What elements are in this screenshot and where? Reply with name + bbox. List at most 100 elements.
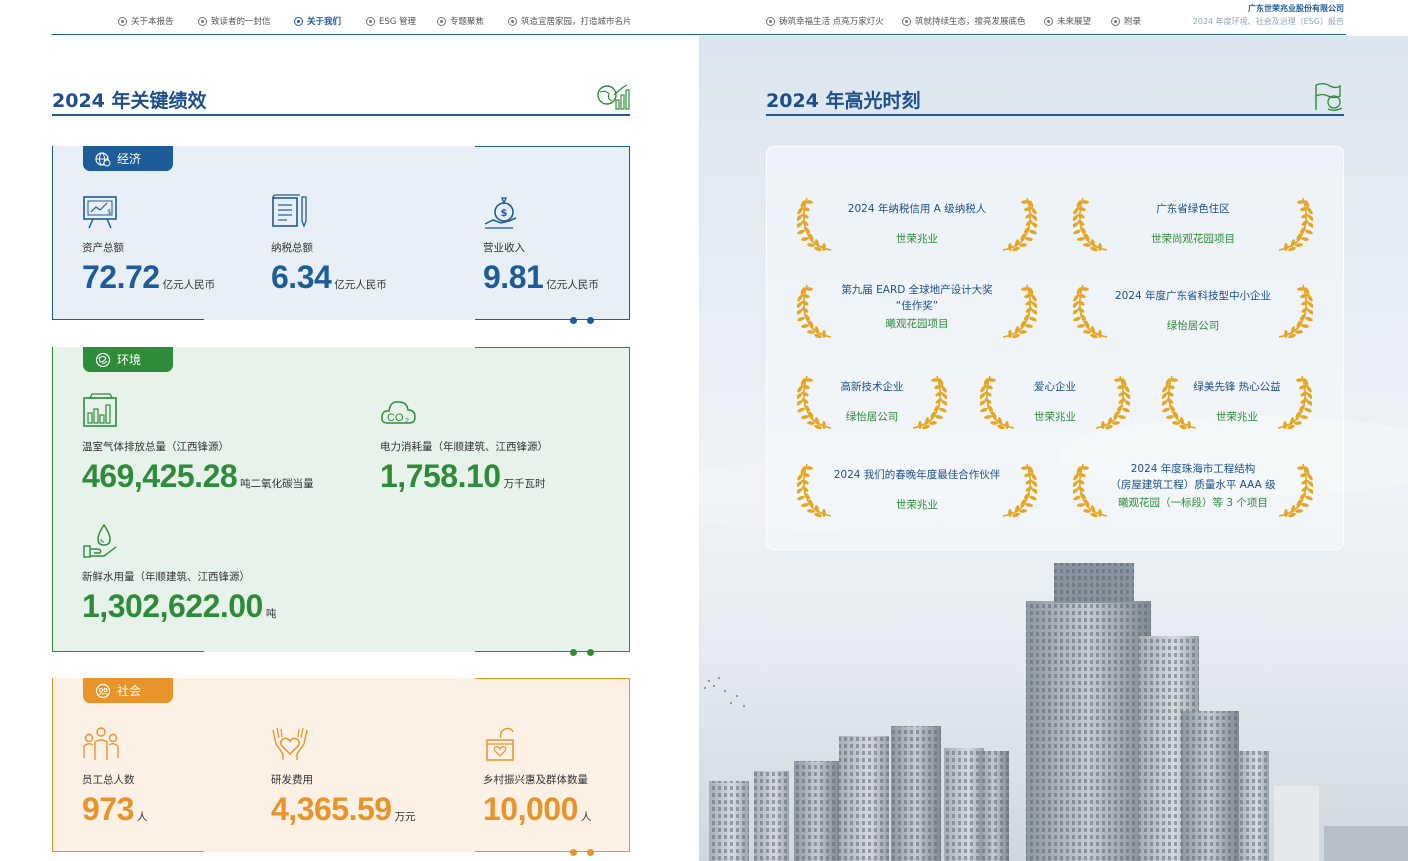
society-panel: 社会 员工总人数 973 人 研发费用 4,365.59 万元 乡村振兴惠及群体数量… bbox=[52, 678, 630, 856]
nav-item-appendix[interactable]: 附录 bbox=[1111, 15, 1141, 27]
electricity-value: 1,758.10 bbox=[380, 458, 501, 494]
award-organization: 曦观花园（一标段）等 3 个项目 bbox=[1118, 497, 1268, 509]
bar-chart-board-icon bbox=[83, 393, 117, 427]
svg-text:$: $ bbox=[107, 208, 111, 216]
svg-text:2: 2 bbox=[405, 418, 409, 425]
employees-value: 973 bbox=[82, 791, 134, 827]
society-dots-decoration bbox=[570, 849, 594, 856]
award-title: 高新技术企业 bbox=[840, 381, 904, 393]
nav-hook-decoration bbox=[36, 19, 68, 35]
highlights-title: 2024 年高光时刻 bbox=[766, 90, 921, 112]
top-navigation: 关于本报告 致读者的一封信 关于我们 ESG 管理 专题聚焦 筑造宜居家园，打造… bbox=[0, 0, 1408, 36]
economy-tag: 经济 bbox=[83, 146, 173, 171]
document-pen-icon bbox=[272, 194, 307, 228]
environment-dots-decoration bbox=[570, 649, 594, 656]
money-bag-hand-icon: $ bbox=[484, 197, 517, 229]
metric-rural-beneficiaries: 乡村振兴惠及群体数量 10,000 人 bbox=[483, 726, 591, 828]
award-item: 2024 年度珠海市工程结构 （房屋建筑工程）质量水平 AAA 级曦观花园（一标… bbox=[1073, 462, 1313, 522]
award-item: 绿美先锋 热心公益 世荣兆业 bbox=[1162, 374, 1312, 434]
environment-panel: 环境 温室气体排放总量（江西锋源） 469,425.28 吨二氧化碳当量 CO 2 … bbox=[52, 347, 630, 656]
growth-chart-icon bbox=[597, 84, 630, 110]
water-drop-hand-icon bbox=[83, 523, 117, 558]
metric-fresh-water: 新鲜水用量（年顺建筑、江西锋源） 1,302,622.00 吨 bbox=[82, 523, 276, 625]
radio-dot-icon bbox=[1111, 16, 1120, 26]
nav-item-letter[interactable]: 致读者的一封信 bbox=[198, 15, 271, 27]
environment-tag: 环境 bbox=[83, 347, 173, 372]
award-title: 2024 年度广东省科技型中小企业 bbox=[1114, 290, 1272, 302]
radio-dot-icon bbox=[508, 16, 517, 26]
radio-dot-icon bbox=[366, 16, 375, 26]
radio-dot-icon bbox=[437, 16, 446, 26]
radio-dot-icon bbox=[1044, 16, 1053, 26]
award-title: 2024 年度珠海市工程结构 （房屋建筑工程）质量水平 AAA 级 bbox=[1110, 463, 1276, 491]
company-name: 广东世荣兆业股份有限公司 bbox=[1248, 4, 1344, 13]
fresh-water-value: 1,302,622.00 bbox=[82, 588, 263, 624]
award-item: 广东省绿色住区 世荣尚观花园项目 bbox=[1073, 196, 1313, 256]
nav-item-sustainable-ecology[interactable]: 筑就持续生态，擦亮发展底色 bbox=[902, 15, 1026, 27]
svg-text:CO: CO bbox=[387, 412, 404, 424]
leaf-globe-icon bbox=[95, 352, 111, 367]
award-title: 绿美先锋 热心公益 bbox=[1193, 381, 1281, 393]
nav-item-about-us[interactable]: 关于我们 bbox=[294, 15, 341, 27]
radio-dot-icon bbox=[118, 16, 127, 26]
award-item: 高新技术企业 绿怡居公司 bbox=[797, 374, 947, 434]
economy-panel: 经济 $ 资产总额 72.72 亿元人民币 纳税总额 6.34 亿元人民币 $ 营业… bbox=[52, 146, 630, 324]
award-item: 第九届 EARD 全球地产设计大奖 “佳作奖” 曦观花园项目 bbox=[797, 283, 1037, 343]
people-group-icon bbox=[83, 727, 119, 760]
economy-dots-decoration bbox=[570, 317, 594, 324]
radio-dot-icon bbox=[766, 16, 775, 26]
svg-text:$: $ bbox=[501, 208, 508, 219]
nav-divider-line bbox=[64, 34, 1346, 35]
award-item: 2024 年度广东省科技型中小企业 绿怡居公司 bbox=[1073, 283, 1313, 343]
metric-revenue: $ 营业收入 9.81 亿元人民币 bbox=[483, 194, 599, 296]
co2-cloud-icon: CO 2 bbox=[381, 401, 416, 425]
rural-beneficiaries-value: 10,000 bbox=[483, 791, 578, 827]
award-organization: 世荣尚观花园项目 bbox=[1151, 233, 1235, 245]
award-organization: 世荣兆业 bbox=[896, 233, 938, 245]
people-globe-icon bbox=[95, 683, 111, 698]
society-tag: 社会 bbox=[83, 678, 173, 703]
award-organization: 世荣兆业 bbox=[896, 499, 938, 511]
nav-item-about-report[interactable]: 关于本报告 bbox=[118, 15, 174, 27]
heart-hands-icon bbox=[272, 727, 308, 760]
award-item: 爱心企业 世荣兆业 bbox=[980, 374, 1130, 434]
nav-item-happy-life[interactable]: 铸筑幸福生活 点亮万家灯火 bbox=[766, 15, 884, 27]
radio-dot-icon bbox=[902, 16, 911, 26]
metric-total-assets: $ 资产总额 72.72 亿元人民币 bbox=[82, 194, 215, 296]
radio-dot-icon bbox=[294, 16, 303, 26]
easel-chart-icon: $ bbox=[83, 196, 117, 229]
award-organization: 曦观花园项目 bbox=[885, 318, 949, 330]
revenue-value: 9.81 bbox=[483, 259, 544, 295]
award-item: 2024 年纳税信用 A 级纳税人 世荣兆业 bbox=[797, 196, 1037, 256]
metric-ghg-emissions: 温室气体排放总量（江西锋源） 469,425.28 吨二氧化碳当量 bbox=[82, 393, 314, 495]
total-tax-value: 6.34 bbox=[271, 259, 332, 295]
highlights-underline bbox=[766, 114, 1344, 116]
nav-item-outlook[interactable]: 未来展望 bbox=[1044, 15, 1091, 27]
key-performance-underline bbox=[52, 114, 630, 116]
trophy-flag-icon bbox=[1315, 83, 1343, 111]
award-title: 2024 年纳税信用 A 级纳税人 bbox=[847, 203, 987, 215]
award-organization: 世荣兆业 bbox=[1216, 411, 1258, 423]
nav-item-esg-management[interactable]: ESG 管理 bbox=[366, 15, 416, 27]
report-name: 2024 年度环境、社会及治理（ESG）报告 bbox=[1192, 17, 1344, 26]
metric-employees: 员工总人数 973 人 bbox=[82, 726, 147, 828]
award-title: 2024 我们的春晚年度最佳合作伙伴 bbox=[833, 469, 1001, 481]
metric-rnd-expense: 研发费用 4,365.59 万元 bbox=[271, 726, 416, 828]
nav-item-livable-home[interactable]: 筑造宜居家园，打造城市名片 bbox=[508, 15, 632, 27]
charity-box-icon bbox=[486, 727, 514, 761]
award-organization: 绿怡居公司 bbox=[845, 411, 899, 423]
metric-electricity: CO 2 电力消耗量（年顺建筑、江西锋源） 1,758.10 万千瓦时 bbox=[380, 393, 548, 495]
metric-total-tax: 纳税总额 6.34 亿元人民币 bbox=[271, 194, 387, 296]
key-performance-title: 2024 年关键绩效 bbox=[52, 90, 207, 112]
award-title: 广东省绿色住区 bbox=[1156, 203, 1230, 215]
globe-money-icon bbox=[95, 151, 111, 166]
rnd-expense-value: 4,365.59 bbox=[271, 791, 392, 827]
award-item: 2024 我们的春晚年度最佳合作伙伴 世荣兆业 bbox=[797, 462, 1037, 522]
award-title: 第九届 EARD 全球地产设计大奖 “佳作奖” bbox=[841, 284, 993, 312]
nav-item-special-focus[interactable]: 专题聚焦 bbox=[437, 15, 484, 27]
total-assets-value: 72.72 bbox=[82, 259, 160, 295]
award-organization: 世荣兆业 bbox=[1034, 411, 1076, 423]
award-title: 爱心企业 bbox=[1034, 381, 1076, 393]
radio-dot-icon bbox=[198, 16, 207, 26]
ghg-emissions-value: 469,425.28 bbox=[82, 458, 238, 494]
